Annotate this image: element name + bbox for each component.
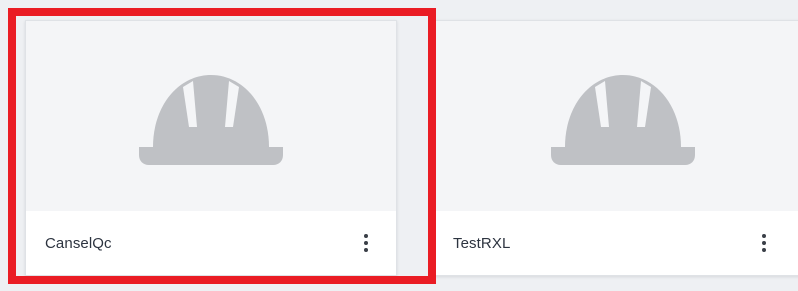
card-thumbnail[interactable] — [26, 21, 396, 211]
hard-hat-icon — [551, 75, 695, 165]
card-footer: CanselQc — [26, 211, 396, 275]
kebab-menu-icon — [364, 234, 368, 252]
project-card-testrxl[interactable]: TestRXL — [433, 20, 798, 276]
more-options-button[interactable] — [354, 225, 378, 261]
card-footer: TestRXL — [434, 211, 798, 275]
card-title: TestRXL — [453, 235, 511, 252]
more-options-button[interactable] — [752, 225, 776, 261]
kebab-menu-icon — [762, 234, 766, 252]
card-title: CanselQc — [45, 235, 112, 252]
hard-hat-icon — [139, 75, 283, 165]
card-thumbnail[interactable] — [434, 21, 798, 211]
project-card-canselqc[interactable]: CanselQc — [25, 20, 397, 276]
